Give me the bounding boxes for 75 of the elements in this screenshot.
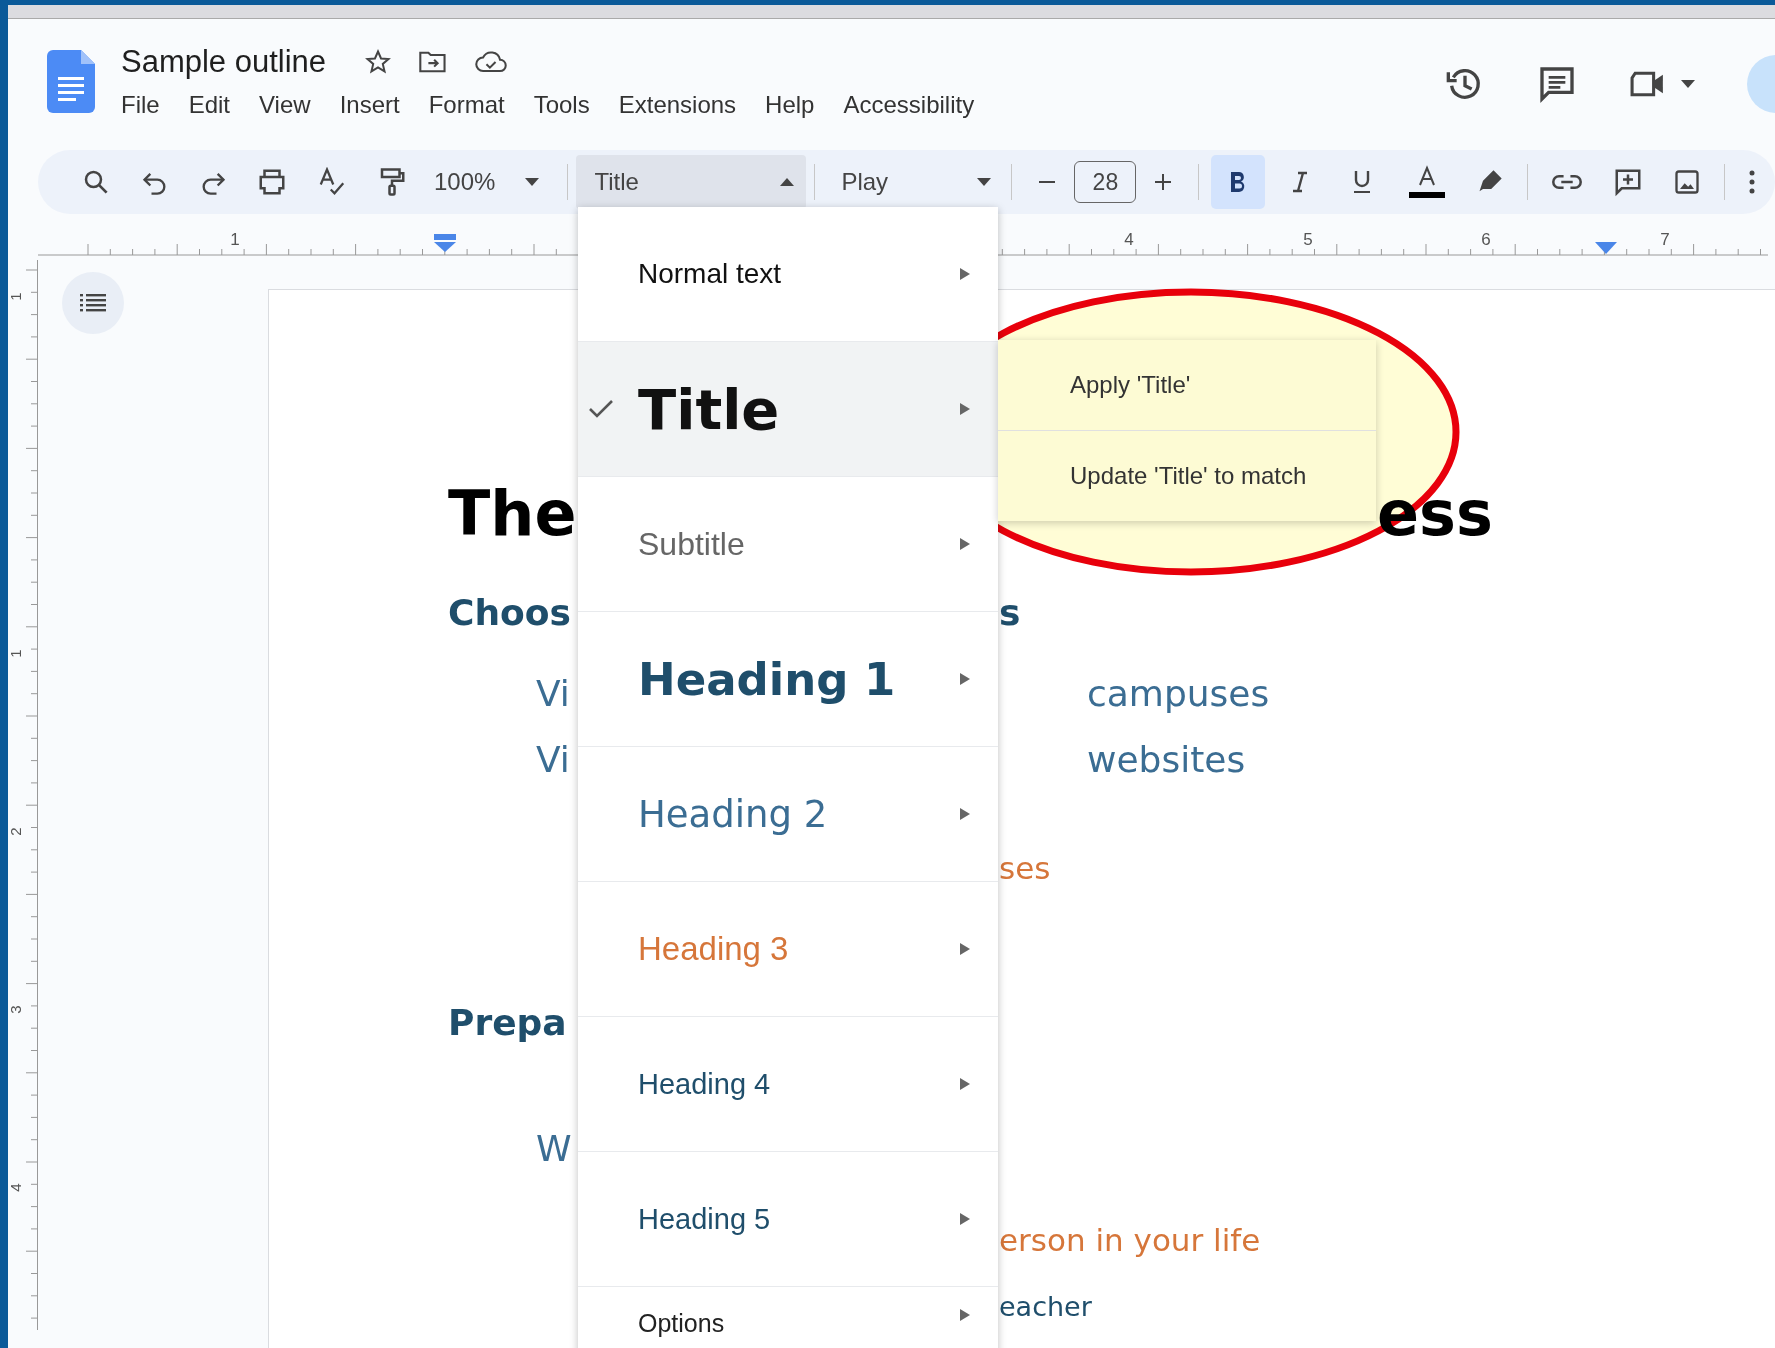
caret-icon bbox=[780, 178, 795, 186]
document-text: Vi bbox=[536, 672, 570, 714]
document-title[interactable]: Sample outline bbox=[121, 44, 327, 80]
submenu-arrow-icon bbox=[960, 1213, 970, 1225]
indent-marker-icon[interactable] bbox=[434, 234, 456, 252]
ruler-number: 6 bbox=[1481, 230, 1491, 250]
bold-button[interactable] bbox=[1211, 155, 1266, 209]
font-dropdown[interactable]: Play bbox=[823, 168, 1004, 196]
menu-item[interactable]: Format bbox=[428, 91, 505, 119]
ruler-number: 3 bbox=[6, 1005, 24, 1014]
ruler-number: 1 bbox=[6, 649, 24, 658]
menu-item[interactable]: Help bbox=[765, 91, 815, 119]
style-dropdown[interactable]: Title bbox=[576, 155, 807, 209]
style-menu-item[interactable]: Subtitle bbox=[578, 476, 998, 611]
text-color-icon[interactable] bbox=[1408, 165, 1447, 199]
add-comment-icon[interactable] bbox=[1613, 167, 1644, 197]
submenu-arrow-icon bbox=[960, 268, 970, 280]
font-size-field[interactable]: 28 bbox=[1074, 161, 1137, 203]
ruler-number: 1 bbox=[6, 292, 24, 301]
document-text: ses bbox=[999, 849, 1051, 886]
submenu-item[interactable]: Update 'Title' to match bbox=[998, 430, 1376, 521]
document-text: eacher bbox=[999, 1290, 1092, 1322]
cloud-icon[interactable] bbox=[474, 49, 509, 75]
submenu-arrow-icon bbox=[960, 1309, 970, 1321]
document-text: erson in your life bbox=[999, 1221, 1261, 1258]
menu-item[interactable]: Extensions bbox=[618, 91, 737, 119]
submenu-arrow-icon bbox=[960, 538, 970, 550]
ruler-number: 7 bbox=[1660, 230, 1670, 250]
star-icon[interactable] bbox=[364, 48, 393, 76]
style-menu-item[interactable]: Title bbox=[578, 341, 998, 476]
more-icon[interactable] bbox=[1748, 169, 1757, 195]
indent-marker-icon[interactable] bbox=[1595, 242, 1617, 254]
docs-logo-icon[interactable] bbox=[47, 50, 95, 113]
menu-item[interactable]: Edit bbox=[188, 91, 231, 119]
style-menu-item[interactable]: Heading 5 bbox=[578, 1151, 998, 1286]
spellcheck-icon[interactable] bbox=[317, 167, 347, 197]
menu-item[interactable]: Tools bbox=[533, 91, 590, 119]
folder-icon[interactable] bbox=[418, 49, 449, 75]
submenu-arrow-icon bbox=[960, 1078, 970, 1090]
zoom-dropdown[interactable]: 100% bbox=[434, 168, 540, 196]
ruler-number: 4 bbox=[1124, 230, 1134, 250]
document-text: Choos bbox=[448, 592, 571, 633]
menu-item[interactable]: File bbox=[121, 91, 160, 119]
style-menu-item[interactable]: Heading 2 bbox=[578, 746, 998, 881]
submenu-arrow-icon bbox=[960, 673, 970, 685]
document-text: campuses bbox=[1087, 672, 1270, 714]
comment-icon[interactable] bbox=[1537, 64, 1577, 104]
submenu-item[interactable]: Apply 'Title' bbox=[998, 340, 1376, 430]
caret-icon bbox=[1681, 80, 1695, 88]
menu-item[interactable]: View bbox=[259, 91, 311, 119]
submenu-arrow-icon bbox=[960, 808, 970, 820]
check-icon bbox=[588, 398, 614, 420]
document-text: W bbox=[536, 1128, 572, 1169]
image-icon[interactable] bbox=[1673, 168, 1702, 196]
document-text: Prepa bbox=[448, 1001, 567, 1043]
caret-icon bbox=[977, 178, 992, 186]
style-menu-item[interactable]: Heading 4 bbox=[578, 1016, 998, 1151]
document-text: Vi bbox=[536, 738, 570, 780]
menu-item[interactable]: Accessibility bbox=[843, 91, 975, 119]
style-menu-item[interactable]: Heading 1 bbox=[578, 611, 998, 746]
document-text: websites bbox=[1087, 738, 1246, 780]
ruler-number: 5 bbox=[1303, 230, 1313, 250]
menu-item[interactable]: Insert bbox=[339, 91, 400, 119]
submenu-arrow-icon bbox=[960, 943, 970, 955]
style-menu-item[interactable]: Normal text bbox=[578, 207, 998, 341]
caret-icon bbox=[525, 178, 540, 186]
ruler-number: 2 bbox=[6, 827, 24, 836]
submenu-arrow-icon bbox=[960, 403, 970, 415]
list-icon bbox=[80, 294, 106, 312]
ruler-number: 1 bbox=[230, 230, 240, 250]
style-menu-item[interactable]: Options bbox=[578, 1286, 998, 1348]
document-text: s bbox=[999, 592, 1021, 633]
print-icon[interactable] bbox=[257, 167, 287, 197]
ruler-number: 4 bbox=[6, 1183, 24, 1192]
document-text: The bbox=[448, 476, 577, 550]
